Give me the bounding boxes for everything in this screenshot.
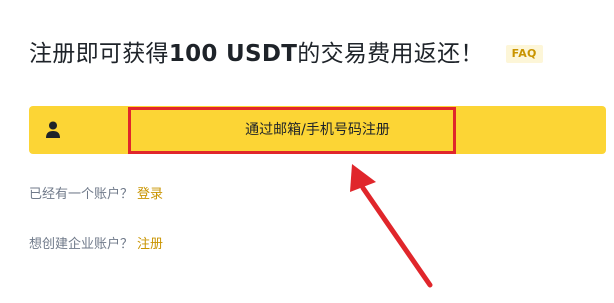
headline-suffix: 的交易费用返还！ [297,41,484,67]
signup-button-label: 通过邮箱/手机号码注册 [245,122,390,138]
headline-prefix: 注册即可获得 [29,41,169,67]
corporate-prompt: 想创建企业账户？ 注册 [29,233,163,252]
login-prompt: 已经有一个账户？ 登录 [29,183,163,202]
corporate-signup-link[interactable]: 注册 [137,237,163,252]
login-prompt-text: 已经有一个账户？ [29,187,134,202]
faq-badge[interactable]: FAQ [505,45,543,63]
headline-amount: 100 USDT [168,41,298,67]
page-title: 注册即可获得 100 USDT 的交易费用返还！ FAQ [29,38,543,70]
login-link[interactable]: 登录 [137,187,163,202]
email-phone-signup-button[interactable]: 通过邮箱/手机号码注册 [29,106,606,154]
corporate-prompt-text: 想创建企业账户？ [29,237,134,252]
